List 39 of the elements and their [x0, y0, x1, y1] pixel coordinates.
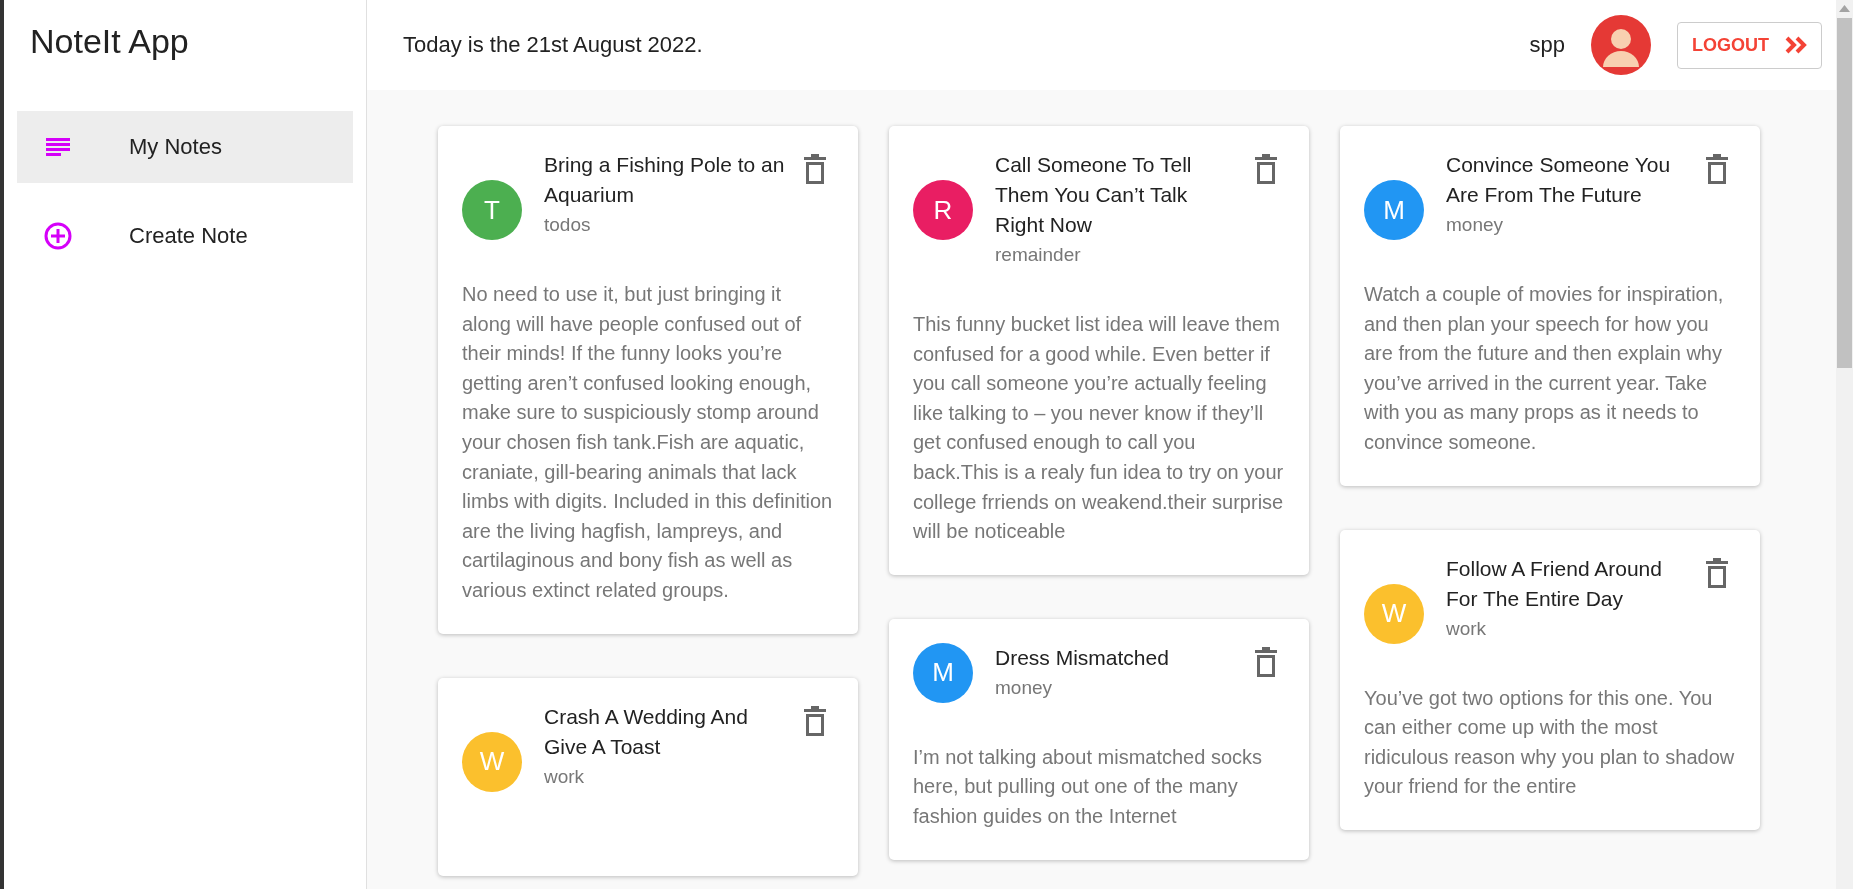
- note-category: todos: [544, 213, 592, 237]
- note-category: money: [1446, 213, 1505, 237]
- logout-button[interactable]: LOGOUT: [1677, 21, 1822, 69]
- initial-avatar: W: [1364, 583, 1424, 644]
- sidebar-item[interactable]: My Notes: [17, 111, 353, 183]
- note-title: Follow A Friend Around For The Entire Day: [1446, 555, 1663, 612]
- delete-icon[interactable]: [802, 154, 828, 184]
- note-category: remainder: [995, 243, 1082, 267]
- note-title: Convince Someone You Are From The Future: [1446, 152, 1672, 208]
- note-category: money: [995, 675, 1054, 700]
- delete-icon[interactable]: [1253, 646, 1279, 677]
- scrollbar[interactable]: [1836, 0, 1853, 889]
- note-body: Watch a couple of movies for inspiration, and then plan your speech for how you are from the future and then explain why you’ve arrived in the current year. Take with you as many props as it needs to convince someone.: [1363, 282, 1725, 455]
- note-category: work: [544, 764, 586, 789]
- delete-icon[interactable]: [1704, 154, 1730, 184]
- date-text: Today is the 21st August 2022.: [403, 32, 704, 58]
- app-title: NoteIt App: [29, 21, 190, 62]
- note-body: You’ve got two options for this one. You can either come up with the most ridiculous reason why you plan to shadow your friend for the entire: [1363, 685, 1736, 800]
- sidebar-item[interactable]: Create Note: [17, 200, 353, 272]
- initial-avatar: W: [462, 731, 522, 792]
- note-category: work: [1446, 616, 1488, 641]
- initial-avatar: M: [913, 642, 973, 703]
- avatar-icon[interactable]: [1591, 15, 1651, 75]
- note-body: I’m not talking about mismatched socks here, but pulling out one of the many fashion guides on the Internet: [912, 744, 1264, 829]
- note-body: This funny bucket list idea will leave them confused for a good while. Even better if you call someone you’re actually feeling like talking to – you never know if they’ll get confused enough to call you back.This is a realy fun idea to try on your college frriends on weakend.their surprise will be noticeable: [912, 312, 1285, 545]
- delete-icon[interactable]: [1704, 557, 1730, 588]
- note-title: Dress Mismatched: [995, 644, 1170, 671]
- username: spp: [1529, 32, 1565, 58]
- initial-avatar: T: [462, 180, 522, 240]
- note-title: Call Someone To Tell Them You Can’t Talk Right Now: [995, 152, 1193, 238]
- note-title: Crash A Wedding And Give A Toast: [544, 703, 749, 760]
- initial-avatar: R: [913, 180, 973, 240]
- delete-icon[interactable]: [1253, 154, 1279, 184]
- delete-icon[interactable]: [802, 705, 828, 736]
- initial-avatar: M: [1364, 180, 1424, 240]
- note-title: Bring a Fishing Pole to an Aquarium: [544, 152, 786, 208]
- note-body: No need to use it, but just bringing it along will have people confused out of their minds! If the funny looks you’re getting aren’t confused looking enough, make sure to suspiciously stomp around your chosen fish tank.Fish are aquatic, craniate, gill-bearing animals that lack limbs with digits. Included in this definition are the living hagfish, lampreys, and cartilaginous and bony fish as well as various extinct related groups.: [461, 282, 834, 603]
- chevrons-icon: [1785, 36, 1807, 54]
- add-circle-icon: [43, 221, 73, 251]
